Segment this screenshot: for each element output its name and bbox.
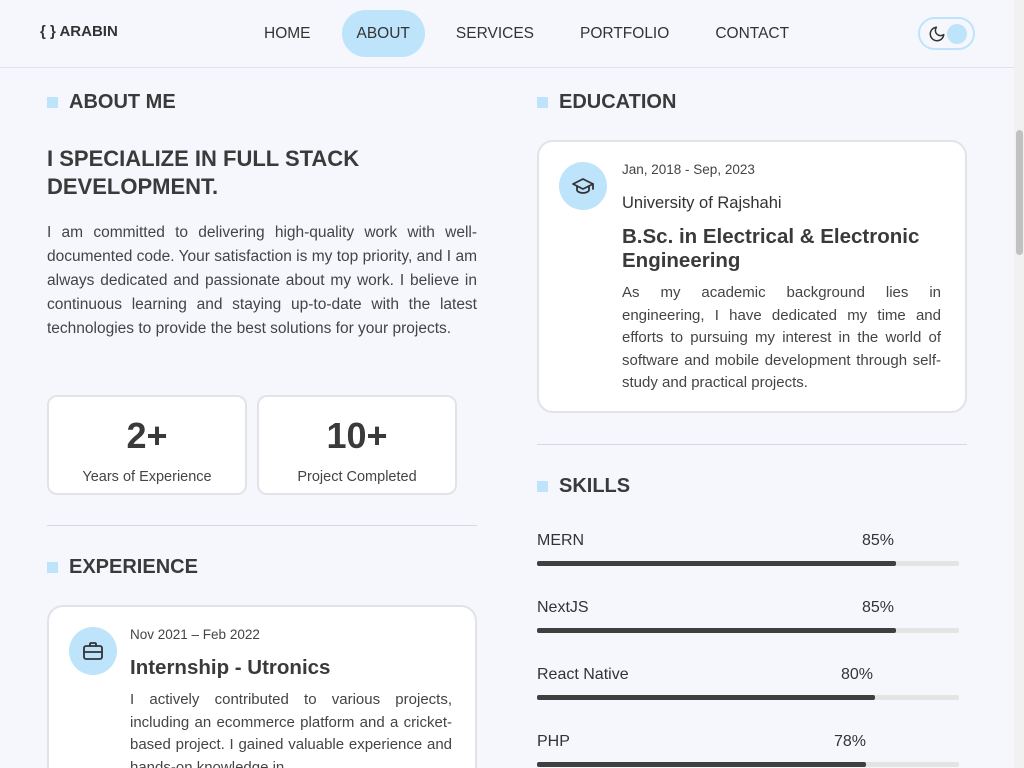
nav-item-home[interactable]: HOME [249,10,326,57]
skill-name-mern: MERN [537,532,585,549]
stat-card-projects: 10+ Project Completed [257,395,457,495]
education-icon-circle [559,162,607,210]
skill-name-nextjs: NextJS [537,599,589,616]
skill-percent-php: 78% [834,733,867,750]
nav-item-about[interactable]: ABOUT [341,10,425,57]
section-marker [537,481,548,492]
skills-section-title: SKILLS [537,475,630,498]
top-navbar: { } ARABIN HOME ABOUT SERVICES PORTFOLIO… [0,0,1014,68]
stat-value: 2+ [126,415,168,456]
experience-title-text: EXPERIENCE [69,556,198,578]
scrollbar-thumb[interactable] [1016,130,1023,255]
skill-bar-fill [537,561,896,566]
education-date: Jan, 2018 - Sep, 2023 [622,162,755,177]
education-degree: B.Sc. in Electrical & Electronic Enginee… [622,225,920,272]
education-card: Jan, 2018 - Sep, 2023 University of Rajs… [537,140,967,413]
skill-name-react-native: React Native [537,666,629,683]
skill-bar-nextjs [537,628,959,633]
experience-role: Internship - Utronics [130,656,331,679]
experience-date: Nov 2021 – Feb 2022 [130,627,260,642]
skills-title-text: SKILLS [559,475,631,497]
divider [537,444,967,445]
about-title-text: ABOUT ME [69,91,176,113]
skill-percent-mern: 85% [862,532,895,549]
skill-percent-nextjs: 85% [862,599,895,616]
nav-item-portfolio[interactable]: PORTFOLIO [565,10,684,57]
about-headline: I SPECIALIZE IN FULL STACK DEVELOPMENT. [47,146,360,199]
graduation-cap-icon [572,178,594,194]
nav-item-contact[interactable]: CONTACT [700,10,804,57]
briefcase-icon [83,642,103,660]
nav-item-services[interactable]: SERVICES [441,10,549,57]
stat-label: Project Completed [297,469,417,485]
section-marker [537,97,548,108]
logo[interactable]: { } ARABIN [40,23,118,40]
experience-section-title: EXPERIENCE [47,556,198,579]
stat-card-experience: 2+ Years of Experience [47,395,247,495]
skill-bar-php [537,762,959,767]
skill-percent-react-native: 80% [841,666,874,683]
about-section-title: ABOUT ME [47,91,176,114]
education-institution: University of Rajshahi [622,194,782,212]
skill-name-php: PHP [537,733,570,750]
education-title-text: EDUCATION [559,91,677,113]
section-marker [47,562,58,573]
experience-icon-circle [69,627,117,675]
education-description: As my academic background lies in engine… [622,284,941,391]
divider [47,525,477,526]
experience-description: I actively contributed to various projec… [130,691,452,768]
stat-value: 10+ [326,415,388,456]
theme-toggle[interactable] [918,17,975,50]
skill-bar-fill [537,695,875,700]
skill-bar-fill [537,762,867,767]
skill-bar-react-native [537,695,959,700]
education-section-title: EDUCATION [537,91,676,114]
skill-bar-fill [537,628,896,633]
skill-bar-mern [537,561,959,566]
moon-icon [929,26,945,42]
about-paragraph: I am committed to delivering high-qualit… [47,224,477,337]
experience-card: Nov 2021 – Feb 2022 Internship - Utronic… [47,605,477,768]
toggle-knob [947,24,967,44]
scrollbar[interactable] [1014,0,1024,768]
nav-menu: HOME ABOUT SERVICES PORTFOLIO CONTACT [249,10,820,57]
section-marker [47,97,58,108]
stat-label: Years of Experience [82,469,212,485]
